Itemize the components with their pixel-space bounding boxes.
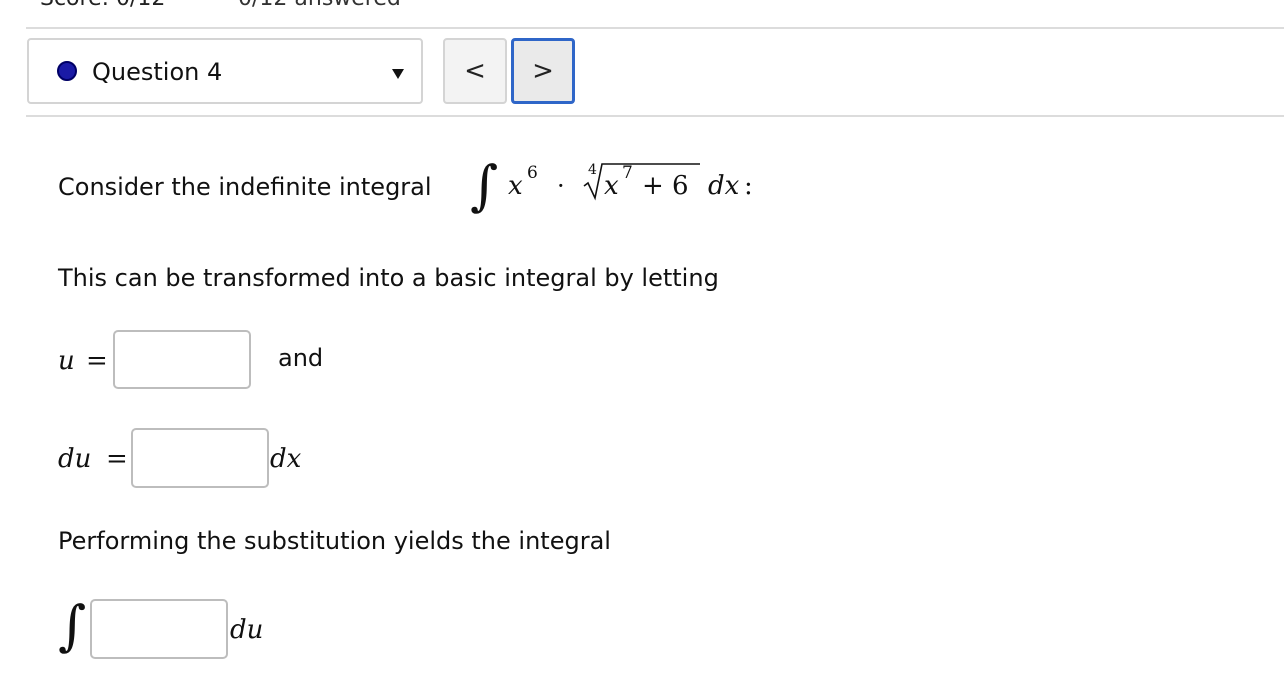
integrand-answer-input[interactable] bbox=[90, 599, 228, 659]
du-answer-input[interactable] bbox=[131, 428, 269, 488]
transform-text: This can be transformed into a basic int… bbox=[58, 264, 719, 292]
du-equals-sign: = bbox=[106, 444, 128, 474]
question-status-dot-icon bbox=[57, 61, 77, 81]
result-integral-sign: ∫ bbox=[58, 594, 87, 657]
integrand-differential: dx bbox=[708, 171, 740, 201]
score-text: Score: 0/12 bbox=[40, 0, 165, 11]
radicand-constant: + 6 bbox=[642, 171, 689, 201]
multiply-dot: · bbox=[557, 172, 565, 200]
u-variable-label: u bbox=[58, 346, 75, 376]
integrand-colon: : bbox=[744, 171, 753, 201]
header-divider bbox=[26, 115, 1284, 117]
next-question-button[interactable]: > bbox=[511, 38, 575, 104]
previous-question-button[interactable]: < bbox=[443, 38, 507, 104]
chevron-right-icon: > bbox=[532, 56, 554, 86]
question-select-dropdown[interactable]: Question 4 bbox=[27, 38, 423, 104]
u-equals-sign: = bbox=[86, 346, 108, 376]
integral-expression: ∫ x 6 · 4 x 7 + 6 dx : bbox=[470, 150, 770, 230]
question-select-label: Question 4 bbox=[92, 58, 223, 86]
integral-sign: ∫ bbox=[470, 154, 499, 217]
score-stub: Score: 0/12 0/12 answered bbox=[40, 0, 401, 11]
caret-down-icon bbox=[392, 69, 404, 79]
du-suffix: du bbox=[230, 615, 264, 645]
chevron-left-icon: < bbox=[464, 56, 486, 86]
integrand-exponent: 6 bbox=[527, 163, 538, 183]
substitution-text: Performing the substitution yields the i… bbox=[58, 527, 611, 555]
intro-text: Consider the indefinite integral bbox=[58, 173, 432, 201]
u-answer-input[interactable] bbox=[113, 330, 251, 389]
dx-suffix: dx bbox=[270, 444, 302, 474]
top-divider bbox=[26, 27, 1284, 29]
answered-count-text: 0/12 answered bbox=[238, 0, 401, 11]
integrand-base: x bbox=[508, 171, 523, 201]
and-text: and bbox=[278, 344, 324, 372]
radicand-variable: x bbox=[604, 171, 619, 201]
du-variable-label: du bbox=[58, 444, 92, 474]
radicand-exponent: 7 bbox=[622, 163, 633, 183]
